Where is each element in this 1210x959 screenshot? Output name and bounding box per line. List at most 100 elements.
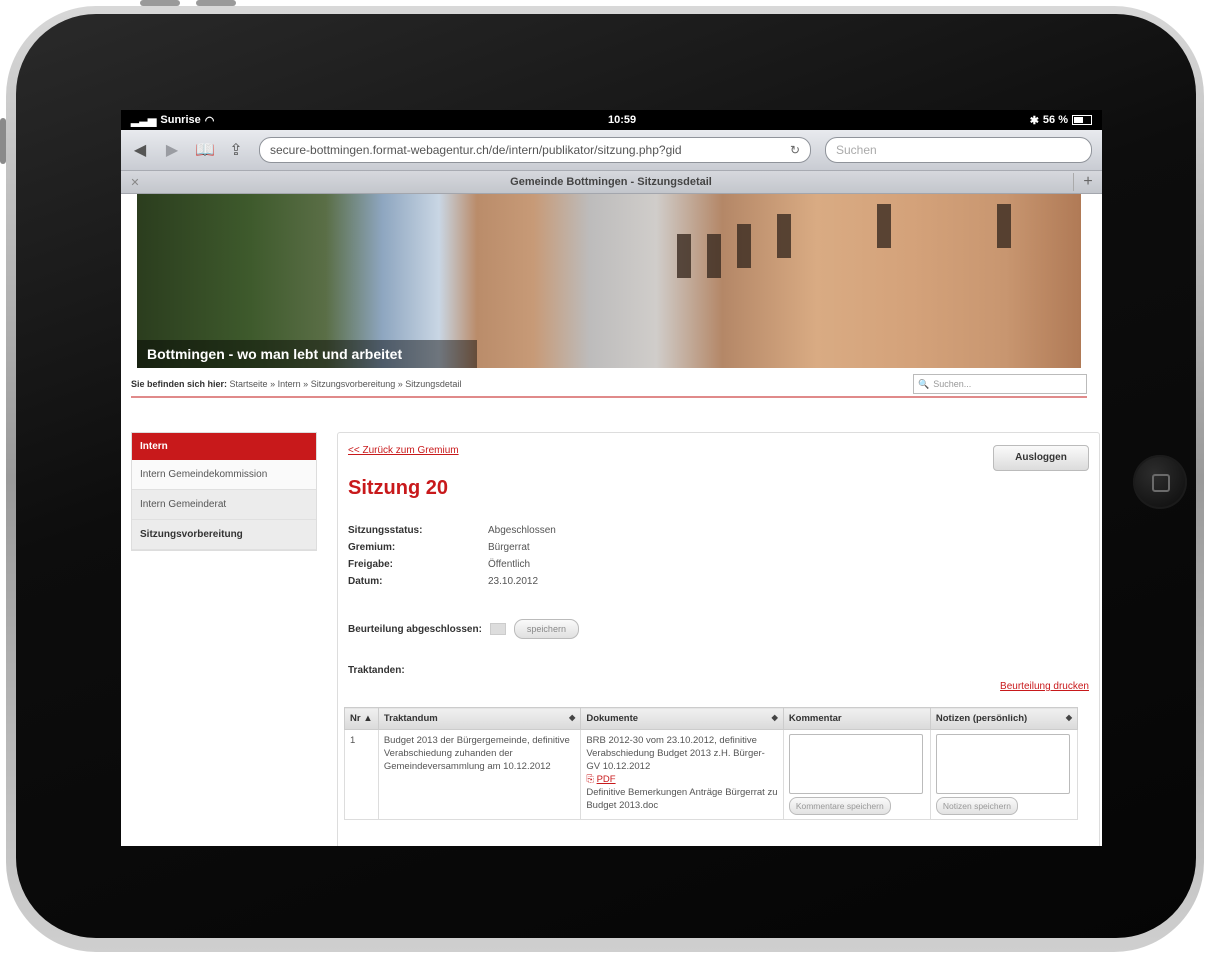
browser-toolbar: ◀ ▶ 📖 ⇪ secure-bottmingen.format-webagen… [121, 130, 1102, 171]
session-info: Sitzungsstatus: Abgeschlossen Gremium: B… [348, 525, 556, 593]
carrier: Sunrise [160, 114, 201, 126]
sidebar-item-gemeinderat[interactable]: Intern Gemeinderat [132, 490, 316, 520]
cell-traktandum: Budget 2013 der Bürgergemeinde, definiti… [377, 729, 582, 820]
save-button[interactable]: speichern [513, 619, 579, 639]
tab-title[interactable]: Gemeinde Bottmingen - Sitzungsdetail [149, 176, 1073, 188]
home-square-icon [1152, 474, 1170, 492]
site-search-input[interactable]: 🔍 Suchen... [913, 374, 1087, 394]
document-title: BRB 2012-30 vom 23.10.2012, definitive V… [586, 735, 765, 772]
info-row: Datum: 23.10.2012 [348, 576, 556, 593]
url-text: secure-bottmingen.format-webagentur.ch/d… [270, 143, 682, 157]
header-label: Dokumente [586, 713, 639, 724]
column-header-notizen[interactable]: Notizen (persönlich) ◆ [929, 707, 1079, 730]
battery-percent: 56 % [1042, 114, 1068, 126]
banner-window [707, 234, 721, 278]
sidebar-item-sitzungsvorbereitung[interactable]: Sitzungsvorbereitung [132, 520, 316, 550]
breadcrumb-item[interactable]: Intern [278, 379, 301, 389]
banner-window [877, 204, 891, 248]
pdf-link[interactable]: PDF [597, 774, 616, 785]
banner-caption: Bottmingen - wo man lebt und arbeitet [137, 340, 477, 368]
site-search-placeholder: Suchen... [933, 379, 972, 389]
header-label: Traktandum [383, 713, 438, 724]
assessment-checkbox[interactable] [489, 623, 506, 635]
back-arrow-icon[interactable]: ◀ [131, 140, 149, 160]
info-value: Bürgerrat [488, 542, 530, 553]
browser-search-placeholder: Suchen [836, 143, 877, 157]
print-assessment-link[interactable]: Beurteilung drucken [1000, 681, 1089, 692]
page-title: Sitzung 20 [348, 477, 449, 499]
header-label: Nr [350, 713, 361, 724]
sort-icon: ◆ [569, 713, 576, 722]
status-bar: ▂▃▅ Sunrise ◠ 10:59 ✱ 56 % [121, 110, 1102, 130]
search-icon: 🔍 [918, 378, 930, 389]
forward-arrow-icon[interactable]: ▶ [163, 140, 181, 160]
bookmarks-icon[interactable]: 📖 [195, 140, 215, 160]
banner-window [677, 234, 691, 278]
column-header-kommentar[interactable]: Kommentar [782, 707, 931, 730]
bluetooth-icon: ✱ [1029, 114, 1039, 127]
volume-button [140, 0, 180, 6]
save-notes-button[interactable]: Notizen speichern [935, 797, 1018, 815]
browser-search-input[interactable]: Suchen [825, 137, 1092, 163]
table-row: 1 Budget 2013 der Bürgergemeinde, defini… [344, 729, 1079, 820]
cell-nr: 1 [344, 729, 379, 820]
tab-close-icon[interactable]: ✕ [121, 176, 149, 189]
breadcrumb-item[interactable]: Startseite [230, 379, 268, 389]
header-label: Notizen (persönlich) [935, 713, 1028, 724]
screen: ▂▃▅ Sunrise ◠ 10:59 ✱ 56 % ◀ ▶ 📖 ⇪ secur… [121, 110, 1102, 846]
main-content: << Zurück zum Gremium Ausloggen Sitzung … [337, 432, 1100, 846]
logout-button[interactable]: Ausloggen [993, 445, 1089, 471]
breadcrumb-item: Sitzungsdetail [405, 379, 462, 389]
info-key: Sitzungsstatus: [348, 525, 423, 536]
column-header-traktandum[interactable]: Traktandum ◆ [377, 707, 582, 730]
new-tab-icon[interactable]: + [1073, 173, 1102, 191]
breadcrumb-separator: » [397, 379, 403, 389]
sort-icon: ◆ [771, 713, 778, 722]
document-title[interactable]: Definitive Bemerkungen Anträge Bürgerrat… [586, 786, 777, 812]
pdf-link-wrapper: ⎘ PDF [586, 773, 777, 786]
notes-textarea[interactable] [935, 734, 1070, 794]
tab-bar: ✕ Gemeinde Bottmingen - Sitzungsdetail + [121, 171, 1102, 194]
sort-asc-icon: ▲ [363, 713, 373, 724]
sidebar: Intern Intern Gemeindekommission Intern … [131, 432, 317, 551]
info-key: Datum: [348, 576, 383, 587]
web-page: Bottmingen - wo man lebt und arbeitet Si… [121, 194, 1102, 846]
reload-icon[interactable]: ↻ [790, 143, 800, 157]
assessment-label: Beurteilung abgeschlossen: [348, 623, 482, 635]
info-row: Sitzungsstatus: Abgeschlossen [348, 525, 556, 542]
wifi-icon: ◠ [204, 114, 215, 127]
back-to-gremium-link[interactable]: << Zurück zum Gremium [348, 445, 459, 456]
column-header-dokumente[interactable]: Dokumente ◆ [580, 707, 784, 730]
header-banner: Bottmingen - wo man lebt und arbeitet [137, 194, 1081, 368]
clock: 10:59 [607, 114, 637, 126]
cell-kommentar: Kommentare speichern [782, 729, 931, 820]
breadcrumb-separator: » [270, 379, 276, 389]
sidebar-item-gemeindekommission[interactable]: Intern Gemeindekommission [132, 460, 316, 490]
banner-window [997, 204, 1011, 248]
save-comments-button[interactable]: Kommentare speichern [788, 797, 891, 815]
traktanden-label: Traktanden: [348, 665, 405, 676]
banner-window [777, 214, 791, 258]
url-bar[interactable]: secure-bottmingen.format-webagentur.ch/d… [259, 137, 811, 163]
cell-dokumente: BRB 2012-30 vom 23.10.2012, definitive V… [580, 729, 784, 820]
home-button[interactable] [1133, 455, 1187, 509]
signal-icon: ▂▃▅ [131, 114, 157, 127]
column-header-nr[interactable]: Nr ▲ [344, 707, 379, 730]
sort-icon: ◆ [1065, 713, 1072, 722]
breadcrumb: Sie befinden sich hier: Startseite » Int… [131, 372, 1087, 398]
info-row: Freigabe: Öffentlich [348, 559, 556, 576]
volume-button [196, 0, 236, 6]
cell-notizen: Notizen speichern [929, 729, 1079, 820]
assessment-row: Beurteilung abgeschlossen: speichern [348, 619, 579, 639]
info-value: 23.10.2012 [488, 576, 539, 587]
breadcrumb-item[interactable]: Sitzungsvorbereitung [311, 379, 396, 389]
share-icon[interactable]: ⇪ [227, 140, 245, 160]
banner-window [737, 224, 751, 268]
table-header-row: Nr ▲ Traktandum ◆ Dokumente ◆ Kommentar No… [344, 707, 1079, 730]
comment-textarea[interactable] [788, 734, 923, 794]
traktanden-table: Nr ▲ Traktandum ◆ Dokumente ◆ Kommentar No… [344, 707, 1079, 820]
sidebar-header[interactable]: Intern [132, 433, 316, 460]
pdf-icon: ⎘ [586, 774, 594, 785]
info-key: Gremium: [348, 542, 396, 553]
breadcrumb-prefix: Sie befinden sich hier: [131, 379, 228, 389]
